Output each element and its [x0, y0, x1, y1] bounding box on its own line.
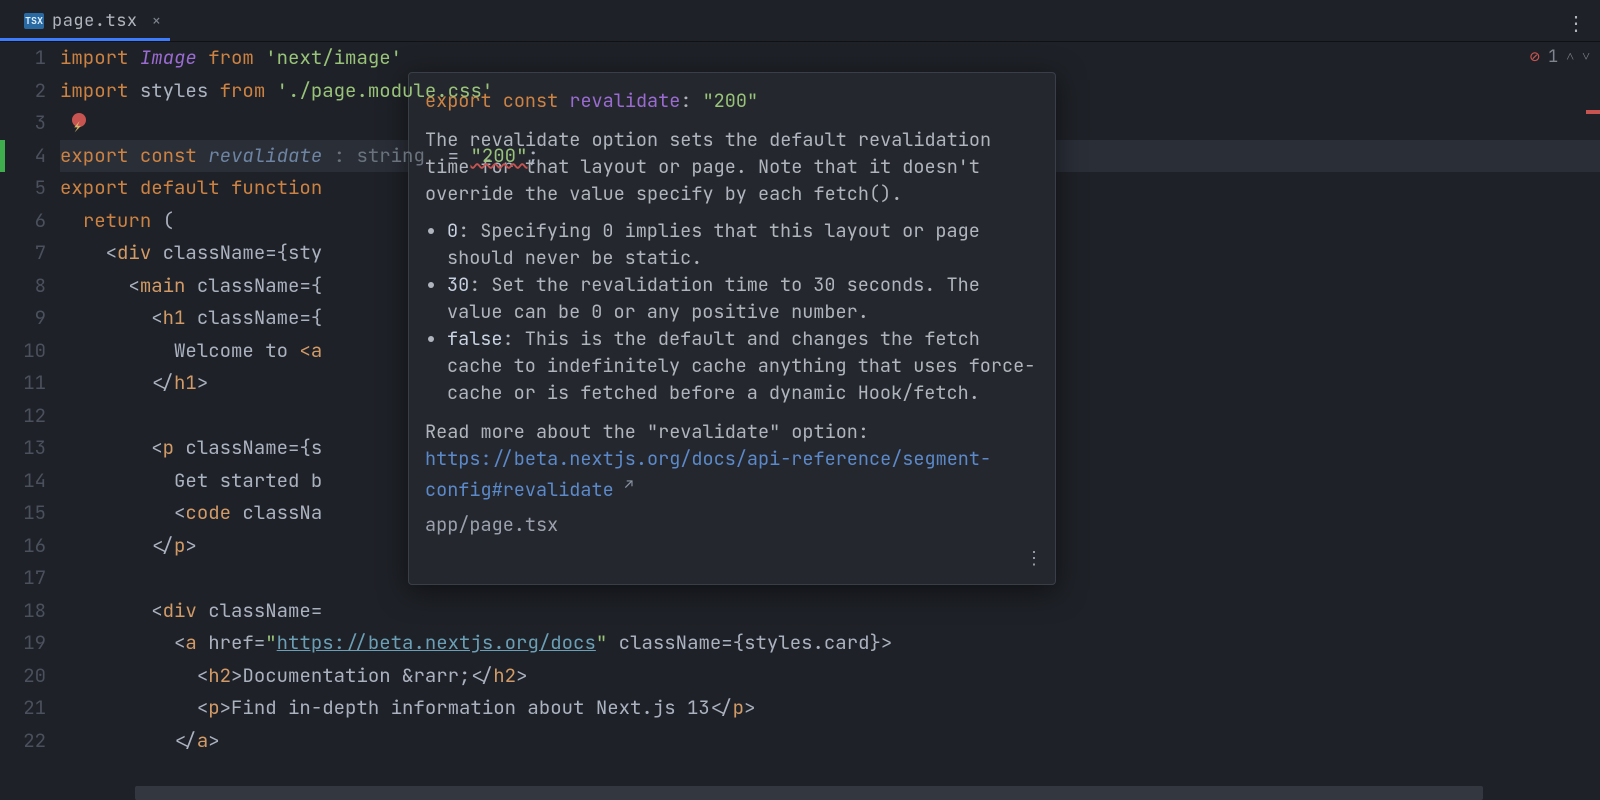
- editor-more-menu-icon[interactable]: ⋮: [1566, 10, 1586, 36]
- code-editor[interactable]: 12345678910111213141516171819202122 ⚡ im…: [0, 42, 1600, 800]
- editor-tab-page-tsx[interactable]: TSX page.tsx ×: [14, 0, 177, 42]
- tab-loading-indicator: [0, 38, 170, 41]
- gutter-change-marker: [0, 140, 5, 173]
- line-number-gutter: 12345678910111213141516171819202122: [0, 42, 60, 800]
- tab-bar: TSX page.tsx × ⋮: [0, 0, 1600, 42]
- scrollbar-thumb[interactable]: [135, 786, 1483, 800]
- code-area[interactable]: ⚡ import Image from 'next/image' import …: [60, 42, 1600, 800]
- tab-filename: page.tsx: [52, 10, 138, 32]
- tab-close-button[interactable]: ×: [146, 10, 168, 31]
- tsx-file-icon: TSX: [24, 13, 44, 29]
- horizontal-scrollbar[interactable]: [135, 786, 1600, 800]
